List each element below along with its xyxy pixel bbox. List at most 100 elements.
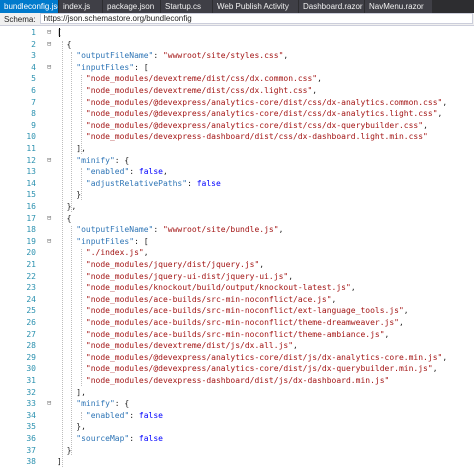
code-token: :: [153, 51, 163, 61]
code-token: "node_modules/devexpress-dashboard/dist/…: [85, 376, 390, 385]
line-number: 4: [31, 62, 36, 72]
code-token: }: [57, 445, 72, 455]
code-text: "outputFileName": "wwwroot/site/bundle.j…: [57, 224, 283, 236]
fold-toggle-icon[interactable]: ⊟: [47, 155, 51, 167]
tab-label: index.js: [63, 2, 91, 11]
code-editor[interactable]: 1 ⊟ [2 ⊟ {3 "outputFileName": "wwwroot/site…: [0, 26, 474, 467]
code-text: "node_modules/ace-builds/src-min-noconfl…: [57, 317, 404, 329]
tab-dashboard-razor[interactable]: Dashboard.razor: [298, 0, 364, 13]
fold-toggle-icon[interactable]: ⊟: [47, 236, 51, 248]
line-number: 15: [26, 190, 36, 200]
code-text: "node_modules/ace-builds/src-min-noconfl…: [57, 305, 409, 317]
fold-toggle-icon[interactable]: ⊟: [47, 39, 51, 51]
code-token: ,: [350, 283, 356, 293]
line-number: 33: [26, 399, 36, 409]
tab-label: Web Publish Activity: [217, 2, 289, 11]
code-token: "node_modules/ace-builds/src-min-noconfl…: [85, 306, 404, 316]
code-token: ,: [259, 260, 265, 269]
code-token: "node_modules/jquery/dist/jquery.js": [85, 260, 260, 269]
line-number: 30: [26, 364, 36, 374]
code-token: "sourceMap": [76, 434, 130, 443]
line-number: 19: [26, 236, 36, 246]
code-token: "enabled": [85, 410, 130, 420]
code-text: "node_modules/knockout/build/output/knoc…: [57, 282, 356, 294]
code-token: ,: [293, 341, 298, 351]
indent-guide: [81, 75, 83, 154]
code-text: "node_modules/devextreme/dist/css/dx.lig…: [57, 85, 317, 97]
indent-guide: [71, 226, 73, 456]
code-token: ,: [143, 248, 149, 258]
code-token: ,: [283, 51, 289, 61]
code-token: ,: [442, 352, 448, 362]
code-line[interactable]: 2 ⊟ {: [0, 39, 474, 51]
code-token: ,: [398, 318, 404, 327]
line-number: 13: [26, 167, 36, 177]
tab-navmenu-razor[interactable]: NavMenu.razor: [364, 0, 432, 13]
tab-bundleconfig-json[interactable]: bundleconfig.json×: [0, 0, 75, 13]
tab-package-json[interactable]: package.json: [102, 0, 160, 13]
code-token: "wwwroot/site/styles.css": [162, 51, 284, 61]
tab-web-publish-activity[interactable]: Web Publish Activity: [212, 0, 298, 13]
line-number: 12: [26, 155, 36, 165]
code-token: "enabled": [85, 167, 130, 177]
code-token: {: [57, 213, 72, 223]
code-text: "node_modules/devextreme/dist/css/dx.com…: [57, 73, 322, 85]
code-text: "node_modules/devextreme/dist/js/dx.all.…: [57, 340, 298, 352]
code-token: ,: [432, 364, 438, 374]
code-line[interactable]: 1 ⊟ [: [0, 27, 474, 39]
tab-index-js[interactable]: index.js: [58, 0, 102, 13]
code-token: "adjustRelativePaths": [85, 178, 188, 188]
code-token: },: [57, 202, 77, 211]
line-number: 5: [31, 74, 36, 84]
code-text: "node_modules/@devexpress/analytics-core…: [57, 363, 438, 375]
line-number: 16: [26, 202, 36, 211]
line-number: 3: [31, 51, 36, 61]
line-number: 21: [26, 260, 36, 269]
code-text: },: [57, 201, 77, 213]
line-number: 36: [26, 434, 36, 443]
line-number: 26: [26, 318, 36, 327]
code-token: "node_modules/ace-builds/src-min-noconfl…: [85, 329, 385, 339]
code-token: "node_modules/devextreme/dist/js/dx.all.…: [85, 341, 294, 351]
line-number: 37: [26, 445, 36, 455]
fold-toggle-icon[interactable]: ⊟: [47, 213, 51, 225]
code-text: "minify": {: [57, 155, 129, 167]
schema-bar: Schema: https://json.schemastore.org/bun…: [0, 13, 474, 26]
code-text: "node_modules/jquery/dist/jquery.js",: [57, 259, 264, 271]
code-token: ,: [331, 294, 337, 304]
schema-url-input[interactable]: https://json.schemastore.org/bundleconfi…: [39, 13, 473, 24]
tab-label: bundleconfig.json: [4, 2, 67, 11]
code-token: ,: [384, 329, 390, 339]
line-number: 2: [31, 39, 36, 49]
code-text: "node_modules/@devexpress/analytics-core…: [57, 120, 428, 132]
code-text: "node_modules/ace-builds/src-min-noconfl…: [57, 294, 336, 306]
tab-startup-cs[interactable]: Startup.cs: [160, 0, 212, 13]
code-token: {: [57, 39, 72, 49]
code-text: "minify": {: [57, 398, 129, 410]
fold-toggle-icon[interactable]: ⊟: [47, 62, 51, 74]
line-number: 25: [26, 306, 36, 316]
code-token: ,: [312, 86, 318, 95]
line-number: 32: [26, 387, 36, 397]
line-number: 11: [26, 144, 36, 153]
document-tab-bar: bundleconfig.json×index.js package.json St…: [0, 0, 474, 13]
indent-guide: [81, 168, 83, 200]
code-text: [: [57, 27, 62, 39]
tab-label: NavMenu.razor: [369, 2, 424, 11]
line-number: 6: [31, 86, 36, 95]
line-number: 8: [31, 109, 36, 119]
line-number: 10: [26, 132, 36, 142]
code-line[interactable]: 17 ⊟ {: [0, 213, 474, 225]
line-number: 34: [26, 410, 36, 420]
code-token: [: [57, 28, 62, 37]
fold-toggle-icon[interactable]: ⊟: [47, 398, 51, 410]
code-token: "node_modules/ace-builds/src-min-noconfl…: [85, 294, 332, 304]
fold-toggle-icon[interactable]: ⊟: [47, 27, 51, 39]
code-token: :: [187, 178, 197, 188]
line-number: 35: [26, 422, 36, 432]
code-token: false: [138, 167, 163, 177]
